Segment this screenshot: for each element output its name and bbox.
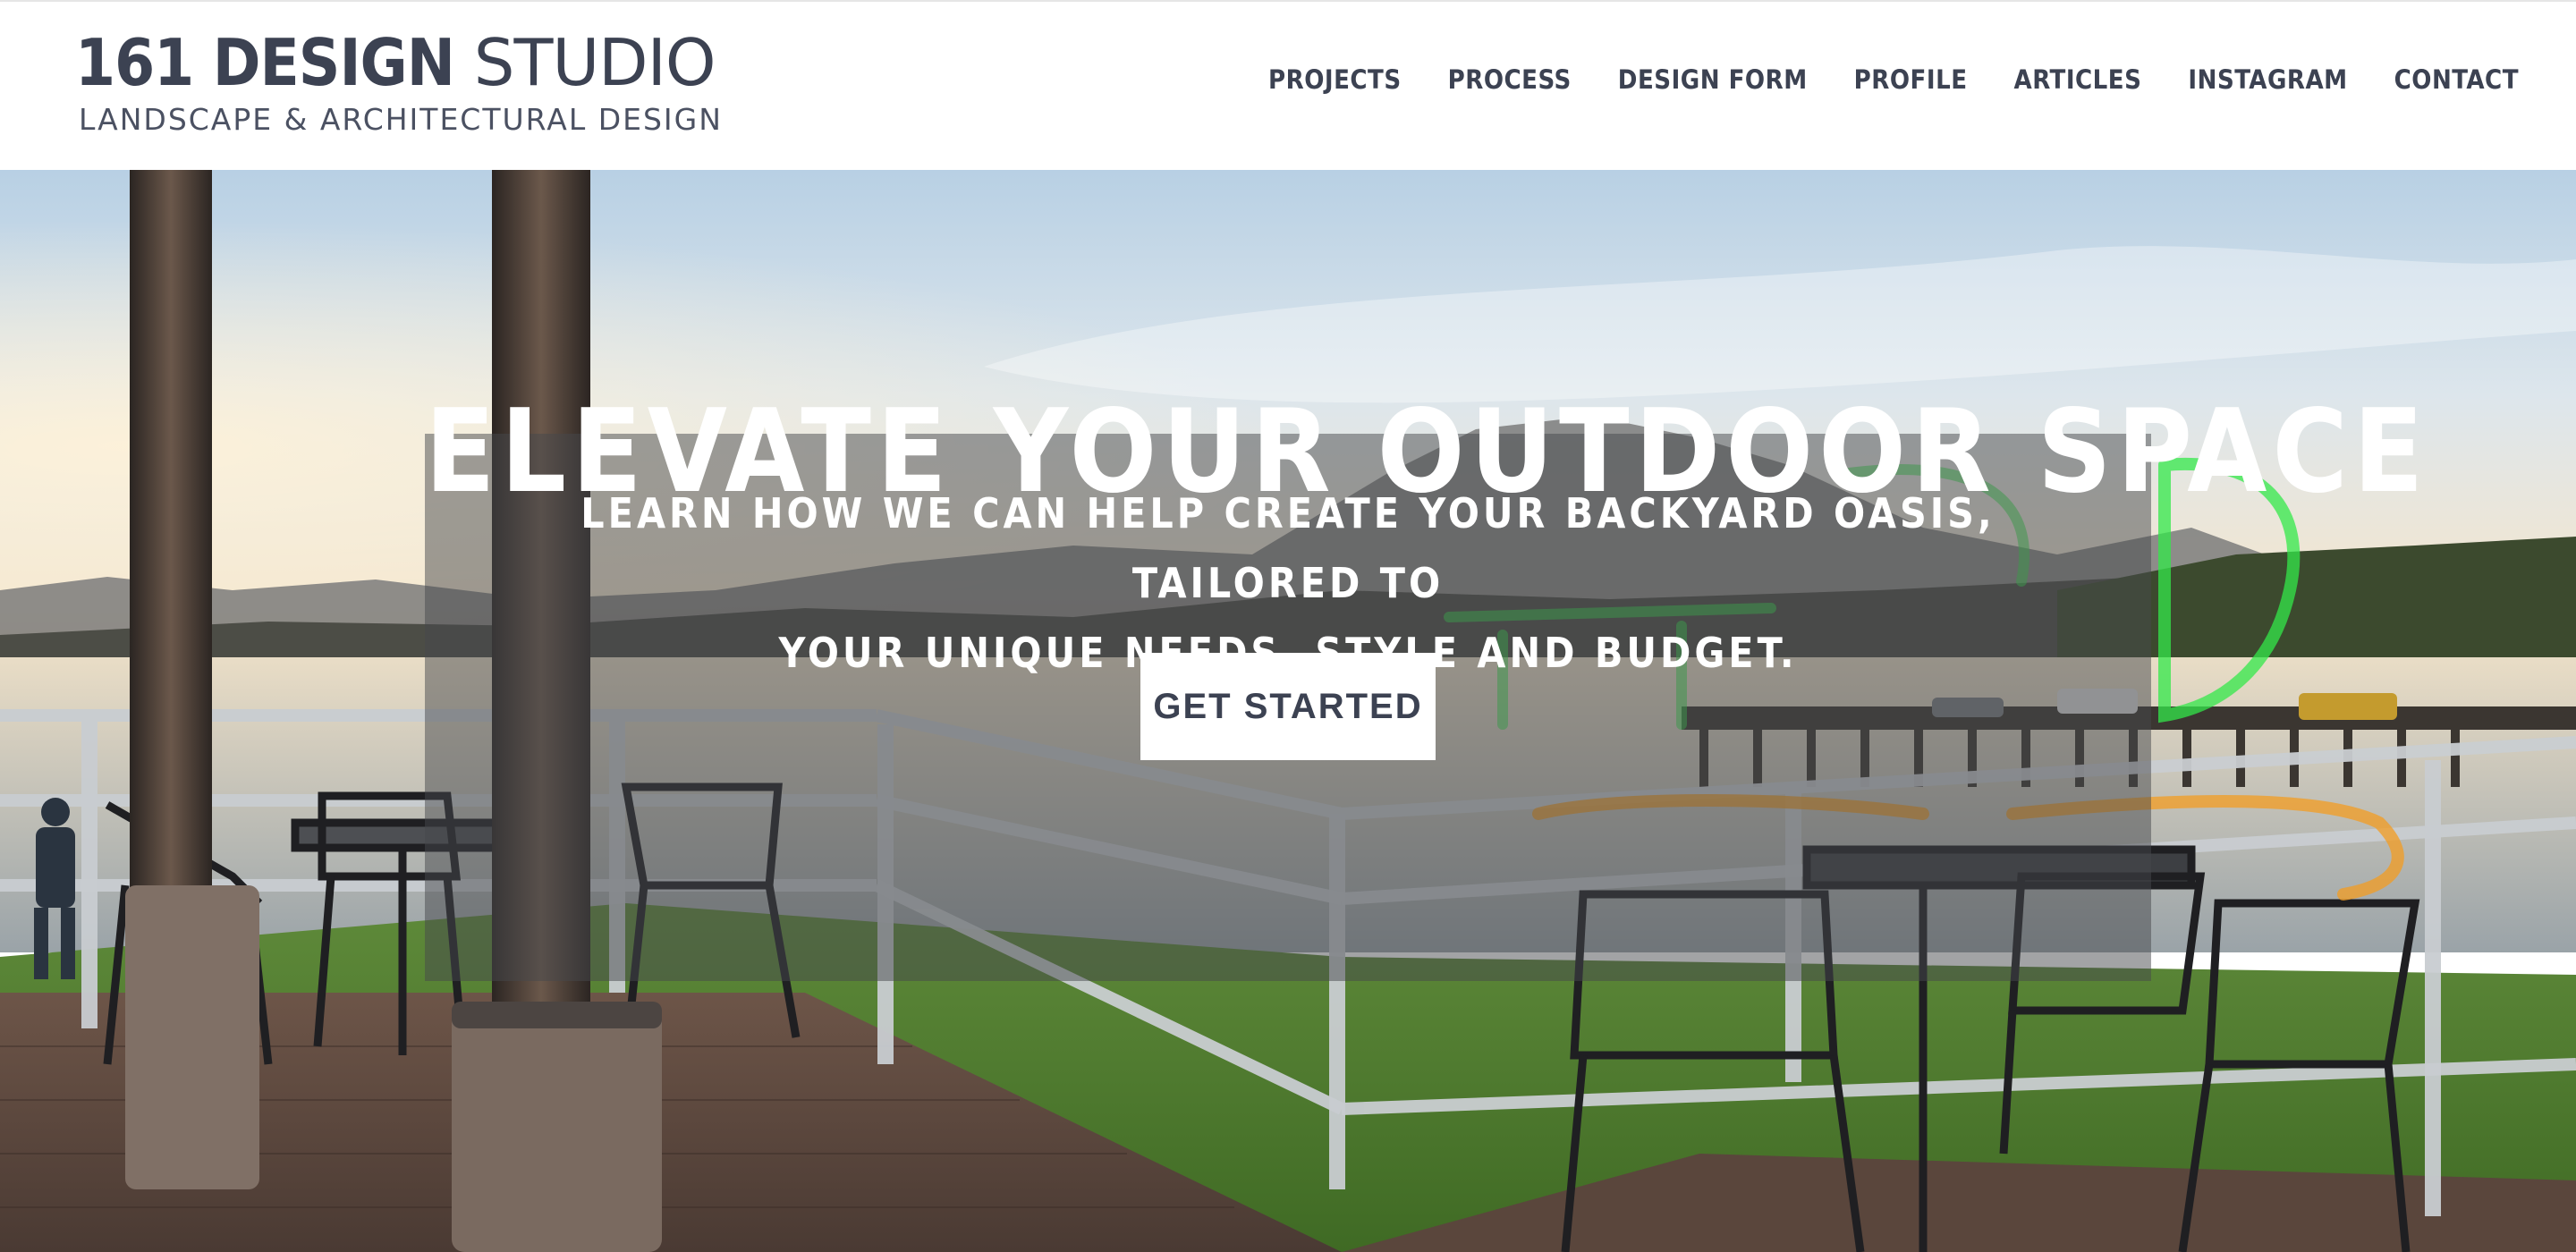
site-logo[interactable]: 161 DESIGN STUDIO LANDSCAPE & ARCHITECTU… xyxy=(75,20,723,137)
site-header: 161 DESIGN STUDIO LANDSCAPE & ARCHITECTU… xyxy=(0,0,2576,170)
nav-item-articles[interactable]: ARTICLES xyxy=(2014,64,2142,95)
logo-subtitle: LANDSCAPE & ARCHITECTURAL DESIGN xyxy=(79,102,723,137)
nav-item-design-form[interactable]: DESIGN FORM xyxy=(1618,64,1808,95)
nav-item-contact[interactable]: CONTACT xyxy=(2394,64,2519,95)
logo-title: 161 DESIGN STUDIO xyxy=(75,20,723,106)
nav-item-profile[interactable]: PROFILE xyxy=(1854,64,1968,95)
logo-title-light: STUDIO xyxy=(453,25,716,100)
get-started-button[interactable]: GET STARTED xyxy=(1140,653,1436,760)
main-nav: PROJECTS PROCESS DESIGN FORM PROFILE ART… xyxy=(1268,64,2519,95)
nav-item-instagram[interactable]: INSTAGRAM xyxy=(2188,64,2347,95)
logo-title-bold: 161 DESIGN xyxy=(75,25,455,100)
nav-item-projects[interactable]: PROJECTS xyxy=(1268,64,1402,95)
nav-item-process[interactable]: PROCESS xyxy=(1448,64,1572,95)
hero-subtext-line-1: LEARN HOW WE CAN HELP CREATE YOUR BACKYA… xyxy=(580,489,1996,607)
